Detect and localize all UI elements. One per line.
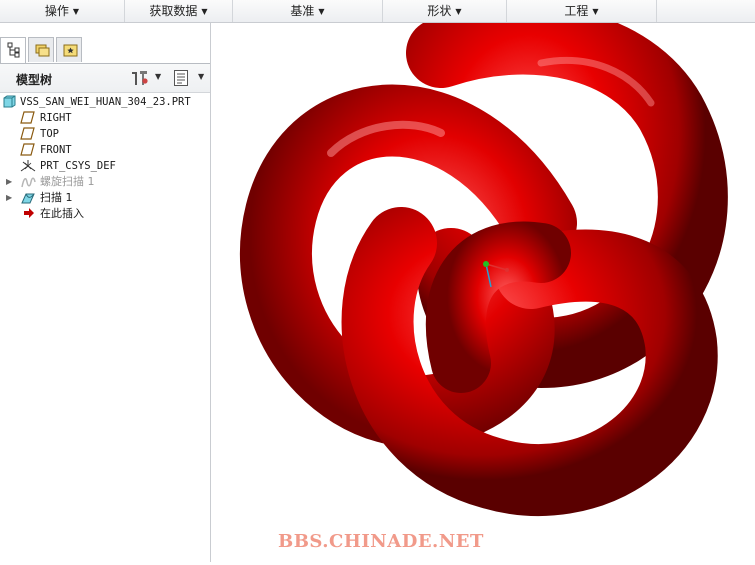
tree-item-label: 在此插入	[40, 207, 84, 220]
datum-plane-icon	[20, 111, 35, 124]
model-tree-tab[interactable]	[0, 37, 26, 63]
model-tree-header: 模型树 ▼ ▼	[0, 64, 210, 93]
ribbon-group-label: 基准	[290, 4, 315, 18]
expand-arrow-icon[interactable]: ▶	[6, 190, 12, 206]
tree-item-top[interactable]: TOP	[0, 126, 210, 142]
chevron-down-icon: ▼	[592, 7, 599, 16]
tree-item-label: FRONT	[40, 144, 72, 156]
ribbon-bar: 操作 ▼ 获取数据 ▼ 基准 ▼ 形状 ▼ 工程 ▼	[0, 0, 755, 23]
chevron-down-icon: ▼	[72, 7, 80, 16]
chevron-down-icon: ▼	[455, 7, 462, 16]
tree-item-label: TOP	[40, 128, 59, 140]
ribbon-group-datum[interactable]: 基准 ▼	[233, 0, 383, 22]
layers-tab[interactable]	[28, 37, 54, 62]
ribbon-group-label: 工程	[564, 4, 589, 18]
tree-item-front[interactable]: FRONT	[0, 142, 210, 158]
tree-item-label: 扫描 1	[40, 191, 73, 204]
insert-here-arrow-icon	[24, 208, 34, 218]
graphics-viewport[interactable]	[211, 4, 755, 562]
chevron-down-icon[interactable]: ▼	[198, 72, 204, 81]
tree-settings-icon[interactable]	[130, 69, 150, 87]
tree-item-helical-sweep[interactable]: ▶ 螺旋扫描 1	[0, 174, 210, 190]
ribbon-group-label: 形状	[427, 4, 452, 18]
datum-plane-icon	[20, 127, 35, 140]
chevron-down-icon[interactable]: ▼	[155, 72, 161, 81]
favorites-icon	[63, 44, 78, 57]
model-tree-icon	[7, 42, 20, 58]
tree-item-insert-here[interactable]: 在此插入	[0, 206, 210, 222]
helical-sweep-icon	[21, 177, 36, 188]
tree-filters-icon[interactable]	[173, 69, 189, 87]
tree-item-label: PRT_CSYS_DEF	[40, 160, 116, 172]
tree-item-right[interactable]: RIGHT	[0, 110, 210, 126]
chevron-down-icon: ▼	[201, 7, 208, 16]
tree-root-item[interactable]: VSS_SAN_WEI_HUAN_304_23.PRT	[0, 94, 210, 110]
tree-item-csys[interactable]: PRT_CSYS_DEF	[0, 158, 210, 174]
ribbon-group-label: 操作	[44, 4, 69, 18]
tree-item-label: RIGHT	[40, 112, 72, 124]
ribbon-group-operations[interactable]: 操作 ▼	[0, 0, 125, 22]
ribbon-group-label: 获取数据	[149, 4, 198, 18]
part-icon	[3, 95, 16, 108]
tree-item-label: VSS_SAN_WEI_HUAN_304_23.PRT	[20, 96, 191, 108]
navigator-panel: 模型树 ▼ ▼ VSS_SAN_WEI_HUAN_304_23.PRT RIGH…	[0, 23, 211, 562]
trefoil-knot-model[interactable]	[211, 4, 755, 562]
favorites-tab[interactable]	[56, 37, 82, 62]
sweep-icon	[21, 193, 35, 204]
folder-layers-icon	[35, 44, 50, 57]
ribbon-group-engineering[interactable]: 工程 ▼	[507, 0, 657, 22]
csys-icon	[20, 160, 36, 172]
tree-item-sweep[interactable]: ▶ 扫描 1	[0, 190, 210, 206]
expand-arrow-icon[interactable]: ▶	[6, 174, 12, 190]
ribbon-group-shapes[interactable]: 形状 ▼	[383, 0, 507, 22]
chevron-down-icon: ▼	[318, 7, 325, 16]
watermark-text: BBS.CHINADE.NET	[278, 531, 484, 552]
panel-title: 模型树	[16, 73, 53, 87]
tree-item-label: 螺旋扫描 1	[40, 175, 95, 188]
datum-plane-icon	[20, 143, 35, 156]
ribbon-group-get-data[interactable]: 获取数据 ▼	[125, 0, 233, 22]
navigator-tabs	[0, 35, 210, 64]
